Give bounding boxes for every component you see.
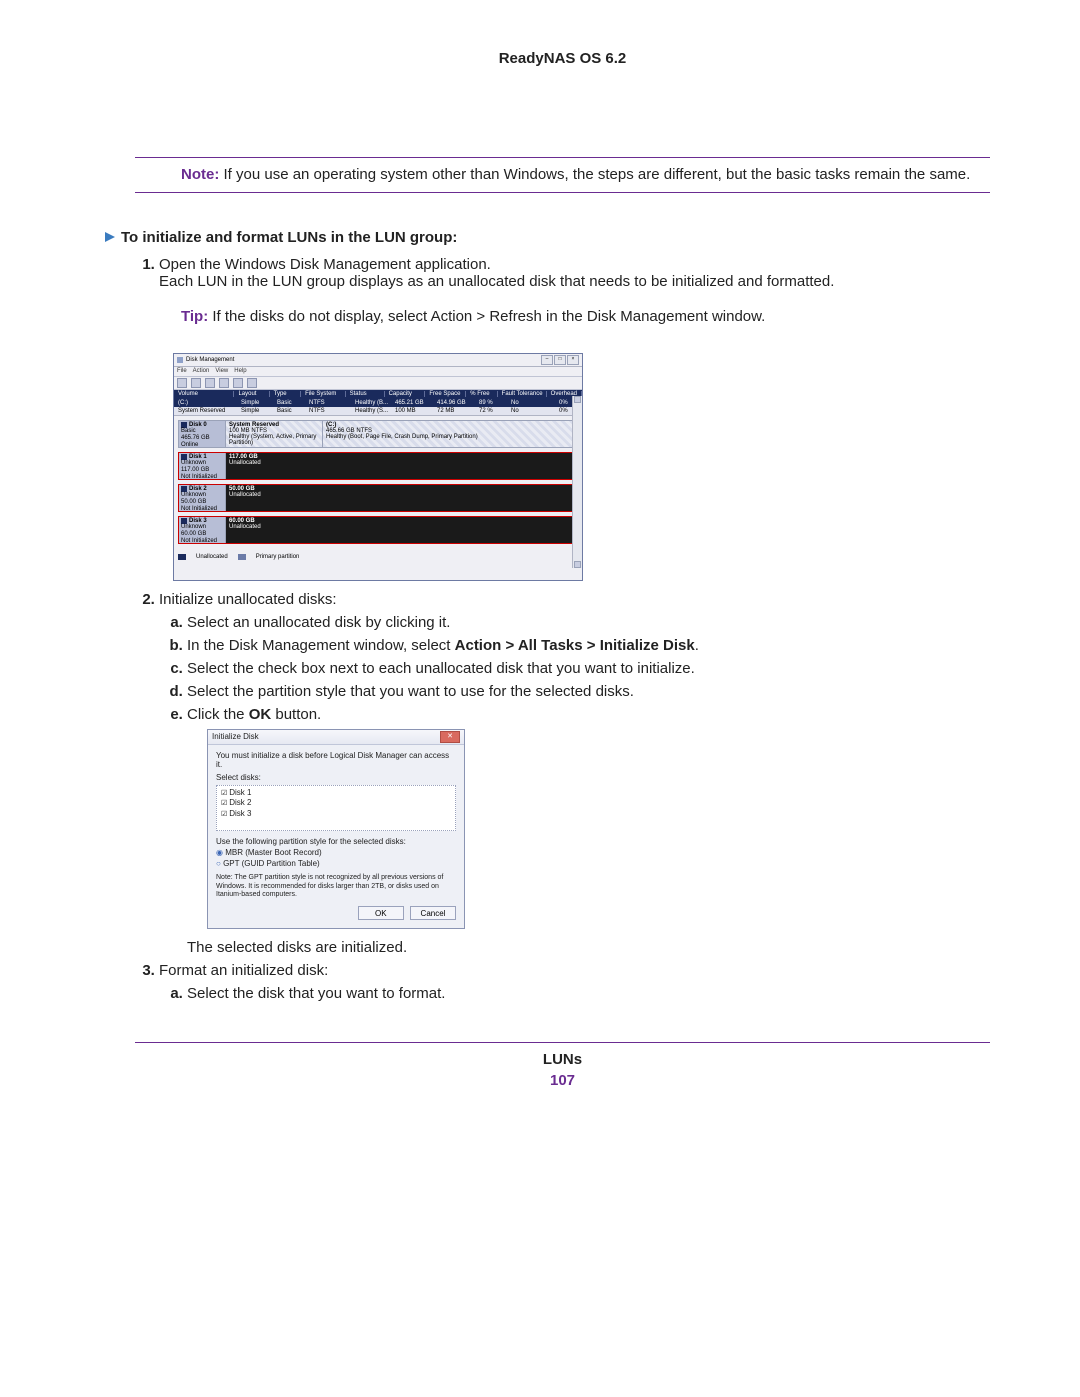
dm-legend: Unallocated Primary partition: [174, 552, 582, 562]
step-2-result: The selected disks are initialized.: [187, 939, 990, 956]
option-icon[interactable]: [219, 378, 229, 388]
step-1: Open the Windows Disk Management applica…: [159, 256, 990, 581]
id-disk-list[interactable]: Disk 1 Disk 2 Disk 3: [216, 785, 456, 831]
note-block: Note: If you use an operating system oth…: [135, 158, 990, 192]
id-style-label: Use the following partition style for th…: [216, 837, 456, 846]
step-3: Format an initialized disk: Select the d…: [159, 962, 990, 1002]
id-note: Note: The GPT partition style is not rec…: [216, 874, 456, 900]
menu-file[interactable]: File: [177, 368, 187, 374]
col-free: Free Space: [425, 391, 466, 397]
col-status: Status: [346, 391, 385, 397]
cancel-button[interactable]: Cancel: [410, 906, 456, 920]
scrollbar[interactable]: [572, 396, 582, 568]
doc-title: ReadyNAS OS 6.2: [135, 50, 990, 67]
col-type: Type: [270, 391, 301, 397]
disk-partition[interactable]: System Reserved100 MB NTFSHealthy (Syste…: [226, 421, 323, 447]
rule-bottom: [135, 192, 990, 193]
disk-management-window: Disk Management – □ × File Action View H…: [173, 353, 583, 581]
step-2e: Click the OK button.: [187, 706, 990, 723]
close-icon[interactable]: ✕: [440, 731, 460, 743]
disk-partition[interactable]: 50.00 GBUnallocated: [226, 485, 577, 511]
ok-button[interactable]: OK: [358, 906, 404, 920]
help-icon[interactable]: [247, 378, 257, 388]
disk-row[interactable]: Disk 0Basic465.76 GBOnlineSystem Reserve…: [178, 420, 578, 448]
dm-title: Disk Management: [186, 357, 234, 363]
menu-help[interactable]: Help: [234, 368, 246, 374]
col-pct: % Free: [466, 391, 497, 397]
initialize-disk-dialog: Initialize Disk ✕ You must initialize a …: [207, 729, 465, 929]
disk-partition[interactable]: 60.00 GBUnallocated: [226, 517, 577, 543]
dm-menubar[interactable]: File Action View Help: [174, 367, 582, 376]
footer-page: 107: [135, 1072, 990, 1089]
dm-disk-graph: Disk 0Basic465.76 GBOnlineSystem Reserve…: [174, 415, 582, 552]
close-icon[interactable]: ×: [567, 355, 579, 365]
disk-checkbox[interactable]: Disk 1: [221, 788, 451, 798]
disk-partition[interactable]: (C:)465.66 GB NTFSHealthy (Boot, Page Fi…: [323, 421, 577, 447]
arrow-icon: [105, 232, 115, 242]
disk-checkbox[interactable]: Disk 3: [221, 809, 451, 819]
tip-label: Tip:: [181, 308, 208, 325]
col-layout: Layout: [234, 391, 269, 397]
dm-app-icon: [177, 357, 183, 363]
maximize-icon[interactable]: □: [554, 355, 566, 365]
legend-swatch-primary-icon: [238, 554, 246, 560]
radio-gpt[interactable]: GPT (GUID Partition Table): [216, 859, 456, 868]
step-2b: In the Disk Management window, select Ac…: [187, 637, 990, 654]
footer-rule: [135, 1042, 990, 1043]
id-select-label: Select disks:: [216, 773, 456, 782]
tip-text: If the disks do not display, select Acti…: [212, 308, 765, 325]
note-label: Note:: [181, 166, 219, 183]
window-controls[interactable]: – □ ×: [541, 355, 579, 365]
section-heading: To initialize and format LUNs in the LUN…: [105, 229, 990, 246]
note-text: If you use an operating system other tha…: [224, 166, 971, 183]
dm-toolbar[interactable]: [174, 376, 582, 390]
table-row[interactable]: System Reserved Simple Basic NTFS Health…: [174, 407, 582, 415]
radio-mbr[interactable]: MBR (Master Boot Record): [216, 848, 456, 857]
disk-header: Disk 3Unknown60.00 GBNot Initialized: [179, 517, 226, 543]
col-fs: File System: [301, 391, 346, 397]
footer-section: LUNs: [135, 1051, 990, 1068]
disk-header: Disk 0Basic465.76 GBOnline: [179, 421, 226, 447]
tip-block: Tip: If the disks do not display, select…: [181, 308, 990, 325]
step-1-line2: Each LUN in the LUN group displays as an…: [159, 273, 834, 290]
col-cap: Capacity: [385, 391, 426, 397]
disk-header: Disk 1Unknown117.00 GBNot Initialized: [179, 453, 226, 479]
disk-partition[interactable]: 117.00 GBUnallocated: [226, 453, 577, 479]
legend-swatch-unalloc-icon: [178, 554, 186, 560]
disk-checkbox[interactable]: Disk 2: [221, 798, 451, 808]
minimize-icon[interactable]: –: [541, 355, 553, 365]
disk-row[interactable]: Disk 2Unknown50.00 GBNot Initialized50.0…: [178, 484, 578, 512]
step-2: Initialize unallocated disks: Select an …: [159, 591, 990, 956]
disk-header: Disk 2Unknown50.00 GBNot Initialized: [179, 485, 226, 511]
menu-view[interactable]: View: [215, 368, 228, 374]
step-2c: Select the check box next to each unallo…: [187, 660, 990, 677]
step-1-line1: Open the Windows Disk Management applica…: [159, 256, 491, 273]
step-2a: Select an unallocated disk by clicking i…: [187, 614, 990, 631]
refresh-icon[interactable]: [205, 378, 215, 388]
col-volume: Volume: [174, 391, 234, 397]
dm-volume-table: Volume Layout Type File System Status Ca…: [174, 390, 582, 415]
disk-row[interactable]: Disk 3Unknown60.00 GBNot Initialized60.0…: [178, 516, 578, 544]
back-icon[interactable]: [177, 378, 187, 388]
step-2-intro: Initialize unallocated disks:: [159, 591, 337, 608]
col-ft: Fault Tolerance: [498, 391, 547, 397]
menu-action[interactable]: Action: [193, 368, 210, 374]
step-3-intro: Format an initialized disk:: [159, 962, 328, 979]
step-2d: Select the partition style that you want…: [187, 683, 990, 700]
dm-table-header: Volume Layout Type File System Status Ca…: [174, 390, 582, 399]
id-message: You must initialize a disk before Logica…: [216, 751, 456, 769]
id-title: Initialize Disk: [212, 732, 259, 741]
forward-icon[interactable]: [191, 378, 201, 388]
table-row[interactable]: (C:) Simple Basic NTFS Healthy (B... 465…: [174, 399, 582, 407]
step-3a: Select the disk that you want to format.: [187, 985, 990, 1002]
section-heading-text: To initialize and format LUNs in the LUN…: [121, 229, 457, 246]
option2-icon[interactable]: [233, 378, 243, 388]
disk-row[interactable]: Disk 1Unknown117.00 GBNot Initialized117…: [178, 452, 578, 480]
